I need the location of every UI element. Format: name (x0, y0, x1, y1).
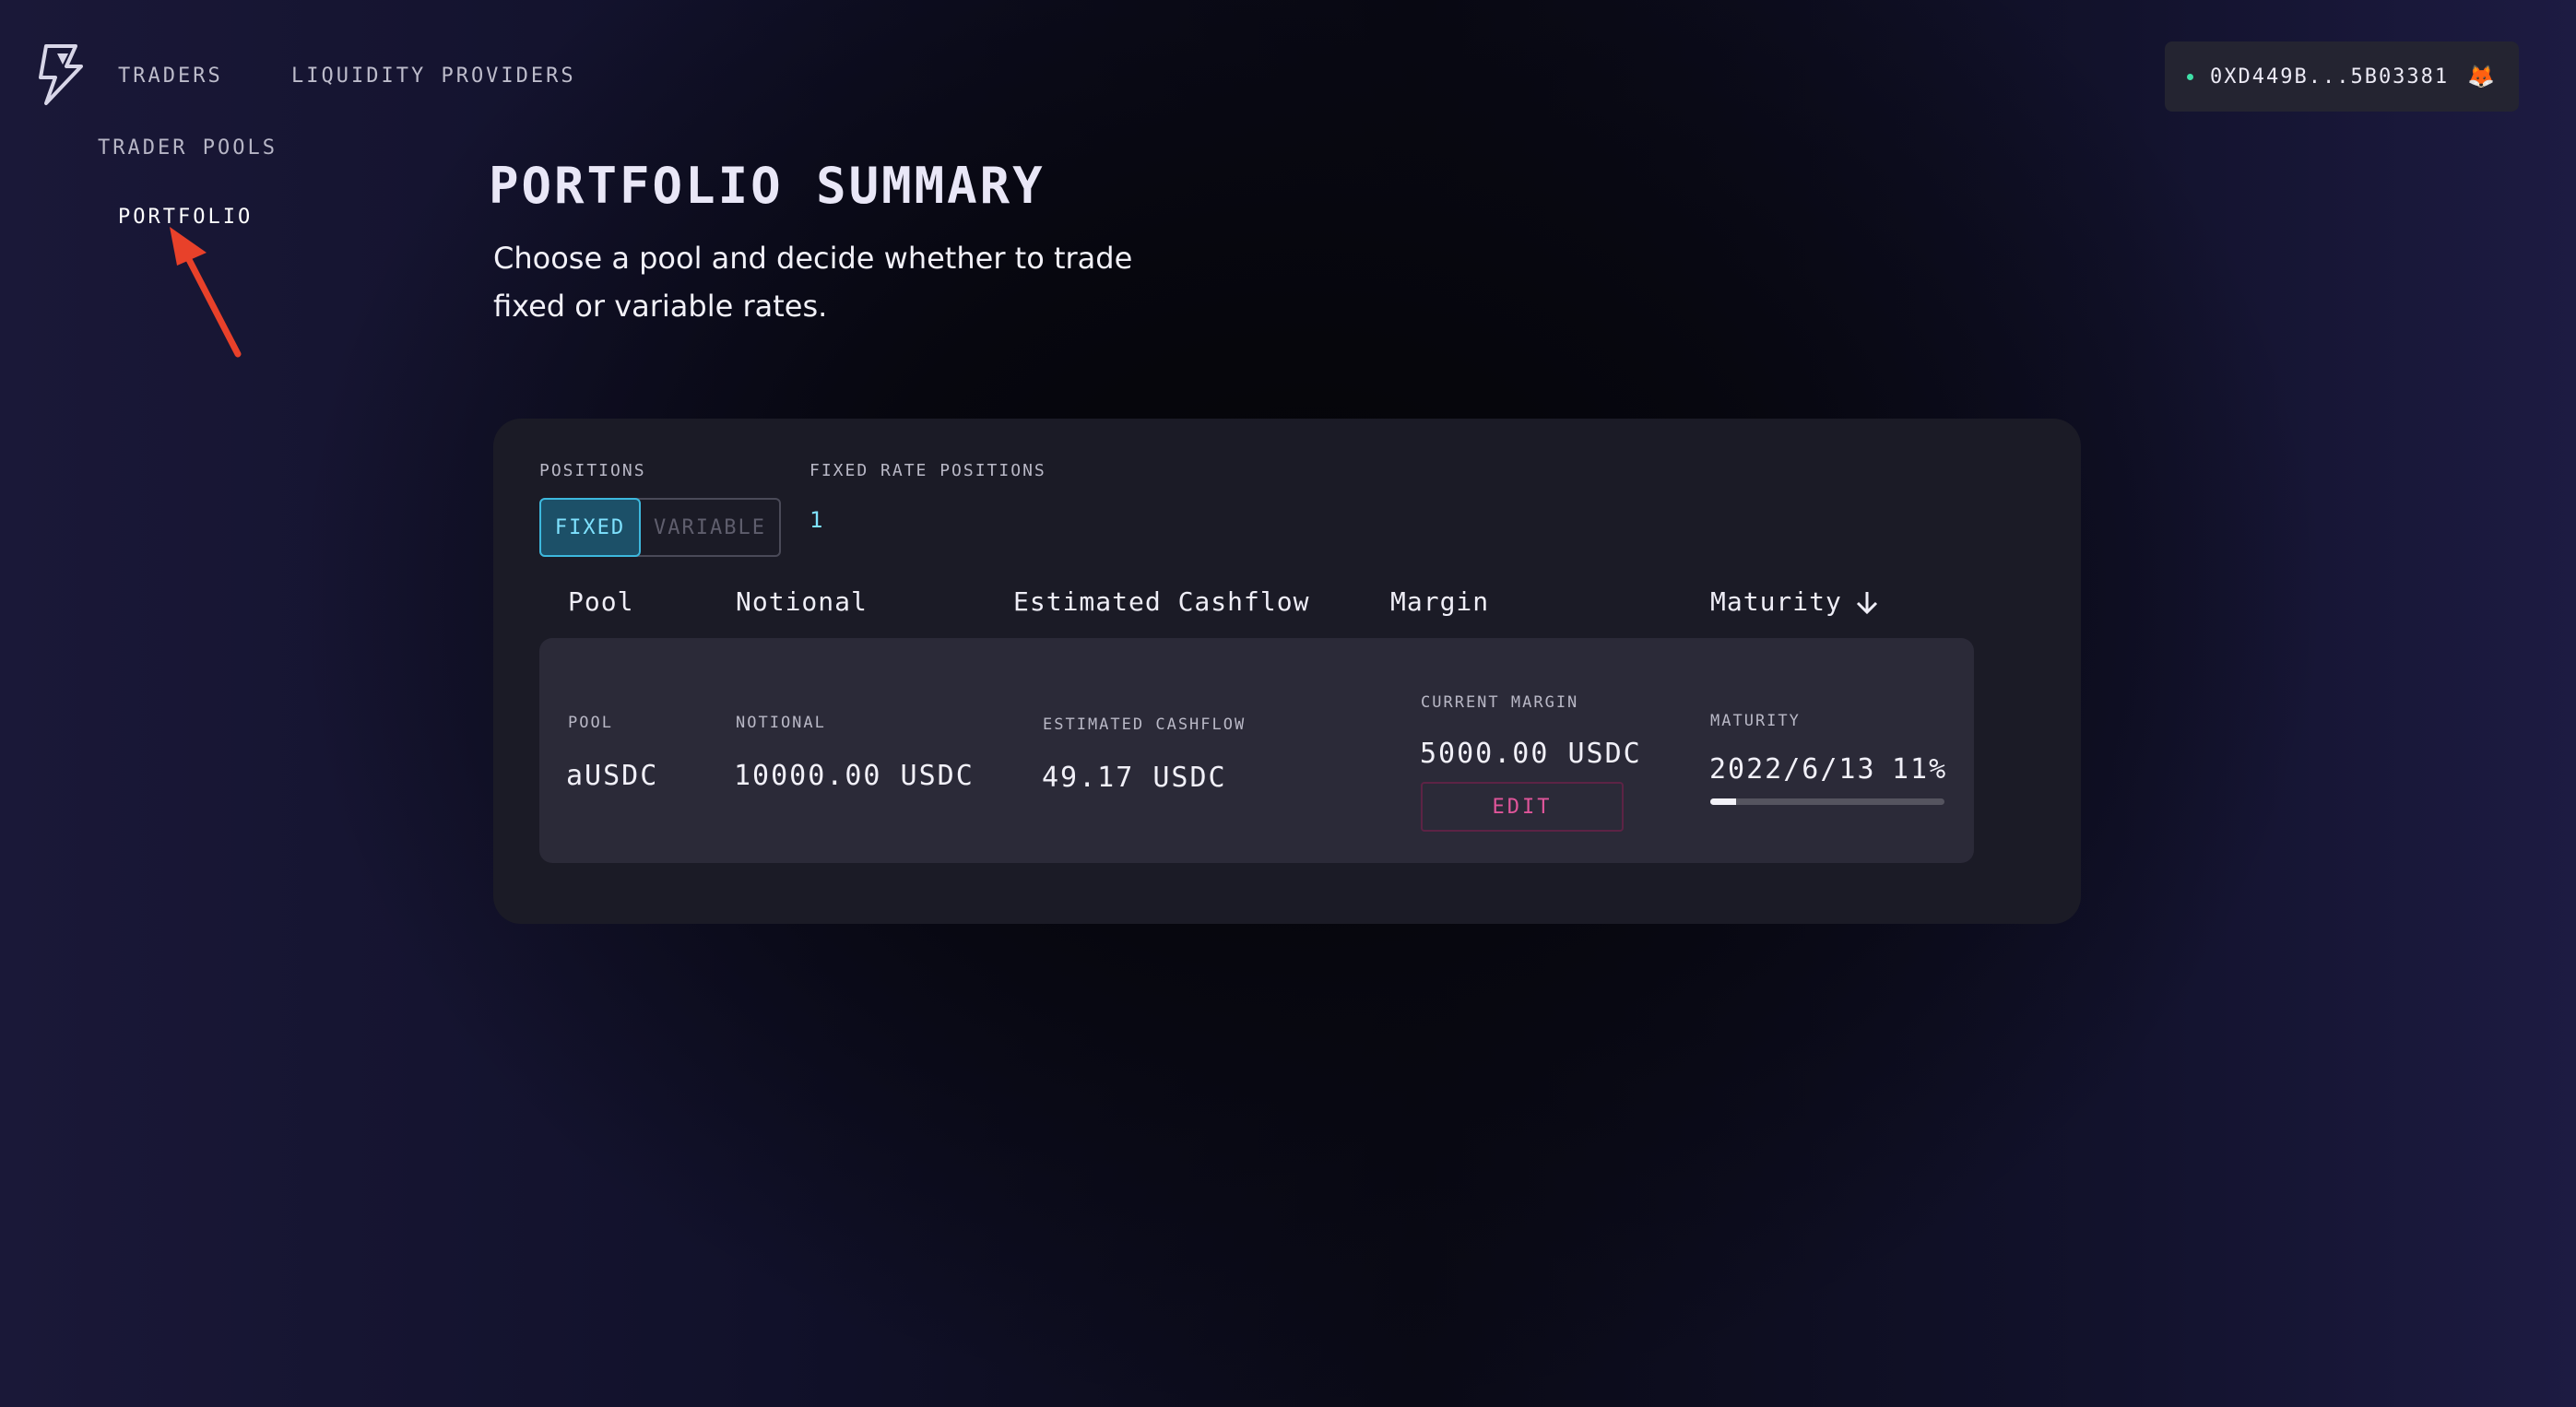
row-margin-label: CURRENT MARGIN (1421, 693, 1579, 712)
page-subtitle-line-2: fixed or variable rates. (493, 289, 828, 324)
page-subtitle: Choose a pool and decide whether to trad… (493, 234, 1194, 330)
row-pool-value: aUSDC (566, 760, 659, 792)
column-header-pool: Pool (568, 586, 634, 617)
maturity-progress-fill (1710, 798, 1736, 805)
annotation-arrow-icon (170, 227, 242, 358)
maturity-progress-bar (1710, 798, 1944, 805)
row-cashflow-label: ESTIMATED CASHFLOW (1043, 715, 1247, 734)
row-maturity-date: 2022/6/13 (1709, 753, 1876, 786)
edit-margin-button[interactable]: EDIT (1421, 782, 1624, 832)
row-notional-label: NOTIONAL (736, 714, 826, 732)
row-pool-label: POOL (568, 714, 613, 732)
nav-liquidity-providers[interactable]: LIQUIDITY PROVIDERS (291, 65, 576, 88)
position-type-toggle: FIXED VARIABLE (539, 498, 781, 557)
column-header-cashflow: Estimated Cashflow (1013, 586, 1310, 617)
fixed-rate-positions-label: FIXED RATE POSITIONS (809, 461, 1046, 480)
row-cashflow-value: 49.17 USDC (1042, 762, 1227, 794)
page-subtitle-line-1: Choose a pool and decide whether to trad… (493, 241, 1133, 276)
toggle-fixed-button[interactable]: FIXED (539, 498, 641, 557)
column-header-maturity-label: Maturity (1710, 586, 1842, 617)
subnav-trader-pools[interactable]: TRADER POOLS (98, 136, 278, 160)
wallet-address: 0XD449B...5B03381 (2210, 65, 2450, 89)
row-maturity-label: MATURITY (1710, 712, 1801, 730)
row-maturity-percent: 11% (1892, 753, 1948, 786)
wallet-connect-button[interactable]: 0XD449B...5B03381 🦊 (2165, 41, 2519, 112)
metamask-fox-icon: 🦊 (2467, 64, 2498, 89)
row-notional-value: 10000.00 USDC (734, 760, 975, 792)
positions-label: POSITIONS (539, 461, 646, 480)
fixed-rate-positions-count: 1 (809, 507, 823, 533)
sort-arrow-down-icon (1856, 591, 1877, 614)
row-margin-value: 5000.00 USDC (1420, 738, 1642, 770)
toggle-variable-button[interactable]: VARIABLE (641, 500, 779, 555)
nav-traders[interactable]: TRADERS (118, 65, 223, 88)
connected-status-dot (2187, 73, 2193, 80)
column-header-notional: Notional (736, 586, 868, 617)
column-header-margin: Margin (1390, 586, 1490, 617)
page-title: PORTFOLIO SUMMARY (489, 157, 1046, 215)
voltz-logo-icon[interactable] (33, 42, 89, 107)
table-row (539, 638, 1974, 863)
column-header-maturity[interactable]: Maturity (1710, 586, 1881, 617)
